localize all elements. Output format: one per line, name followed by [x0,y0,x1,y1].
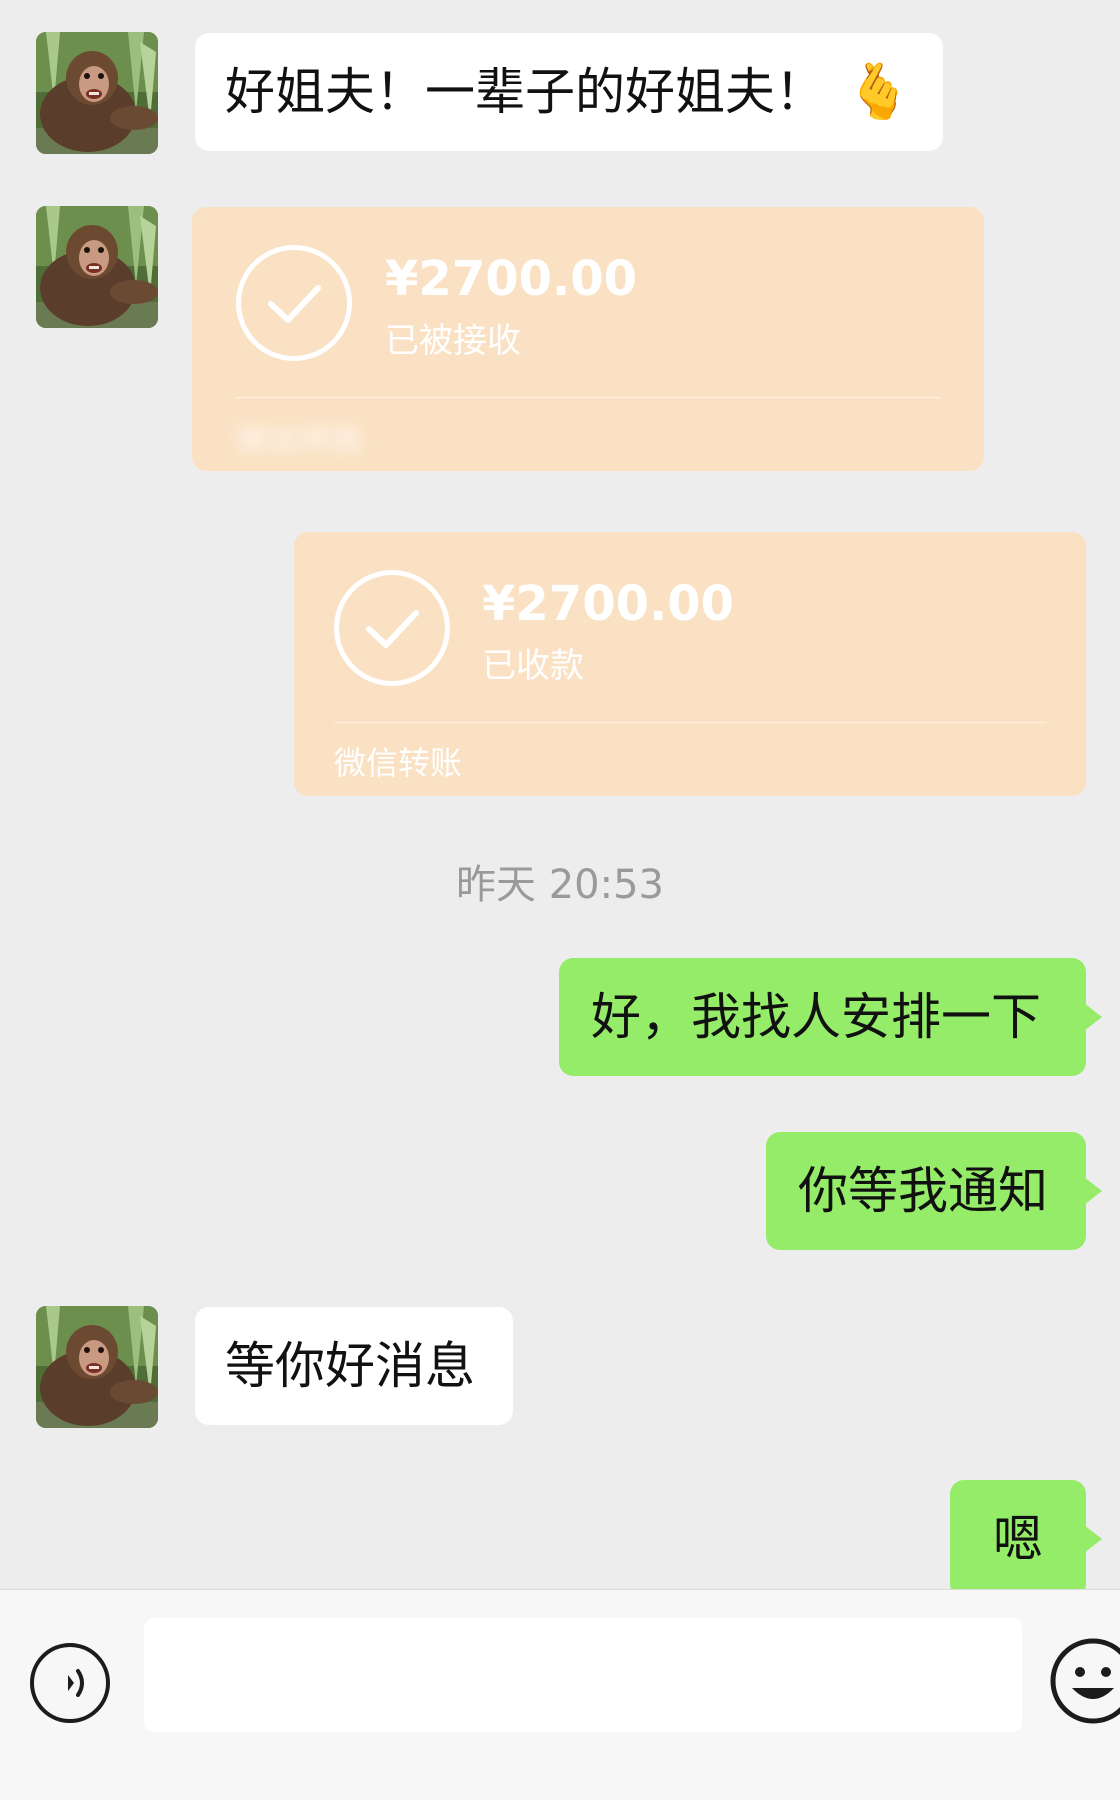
contact-avatar[interactable] [36,206,158,328]
transfer-divider [334,722,1046,723]
outgoing-message[interactable]: 你等我通知 [766,1132,1102,1250]
avatar-image [36,206,158,328]
message-text: 嗯 [993,1510,1043,1568]
message-timestamp: 昨天 20:53 [456,862,664,908]
incoming-message[interactable]: 等你好消息 [195,1307,513,1425]
transfer-footer: 微信转账 [236,421,365,459]
message-text: 等你好消息 [225,1337,475,1395]
contact-avatar[interactable] [36,1306,158,1428]
incoming-message[interactable]: 好姐夫！一辈子的好姐夫！ 🫰 [195,33,943,151]
avatar-image [36,1306,158,1428]
transfer-amount: ¥2700.00 [482,576,735,632]
transfer-footer: 微信转账 [334,744,463,782]
message-input[interactable] [144,1618,1022,1732]
transfer-card-received[interactable]: ¥2700.00 已被接收 微信转账 [192,207,984,471]
message-text: 你等我通知 [798,1162,1048,1220]
contact-avatar[interactable] [36,32,158,154]
emoji-icon[interactable] [1048,1636,1120,1726]
transfer-amount: ¥2700.00 [385,251,638,307]
transfer-status: 已被接收 [385,321,521,361]
hand-emoji-icon: 🫰 [845,60,913,123]
message-text: 好姐夫！一辈子的好姐夫！ [225,63,825,121]
avatar-image [36,32,158,154]
message-text: 好，我找人安排一下 [591,988,1041,1046]
transfer-status: 已收款 [482,646,584,686]
transfer-divider [236,397,940,398]
check-circle-icon [236,245,352,361]
outgoing-message[interactable]: 好，我找人安排一下 [559,958,1102,1076]
transfer-card-sent[interactable]: ¥2700.00 已收款 微信转账 [294,532,1086,796]
check-circle-icon [334,570,450,686]
chat-input-bar [0,1589,1120,1800]
outgoing-message[interactable]: 嗯 [950,1480,1102,1598]
voice-icon[interactable] [30,1643,110,1723]
